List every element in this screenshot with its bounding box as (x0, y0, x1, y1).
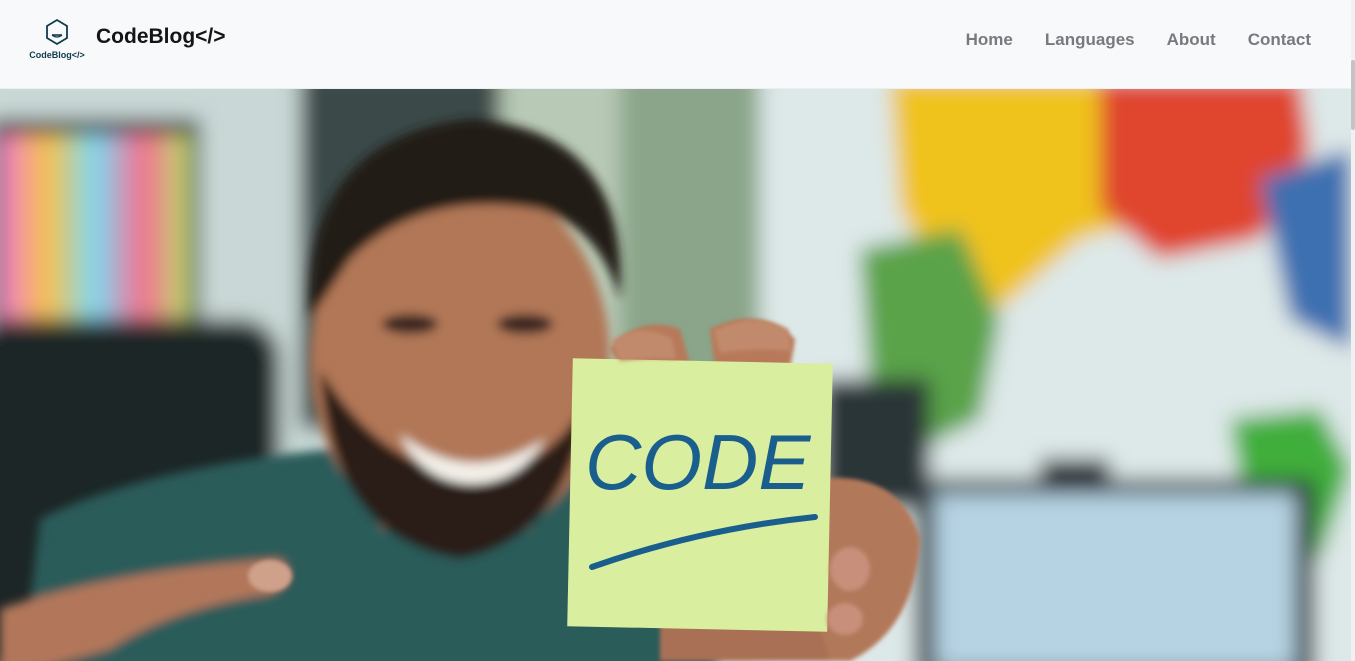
brand-name[interactable]: CodeBlog</> (96, 25, 226, 49)
scrollbar-thumb[interactable] (1351, 60, 1355, 130)
nav-link-contact[interactable]: Contact (1248, 30, 1311, 50)
nav-link-languages[interactable]: Languages (1045, 30, 1135, 50)
hexagon-logo-icon (46, 18, 68, 46)
hero-photo-illustration: CODE (0, 89, 1351, 661)
nav-links: Home Languages About Contact (966, 30, 1311, 50)
sticky-note: CODE (567, 358, 833, 632)
nav-link-about[interactable]: About (1167, 30, 1216, 50)
hero-image: CODE (0, 89, 1351, 661)
page-scrollbar[interactable] (1351, 0, 1355, 661)
note-code-text: CODE (585, 418, 811, 506)
brand-logo[interactable]: CodeBlog</> (26, 18, 88, 62)
nav-link-home[interactable]: Home (966, 30, 1013, 50)
logo-text: CodeBlog</> (29, 50, 85, 60)
navbar: CodeBlog</> CodeBlog</> Home Languages A… (0, 0, 1351, 89)
